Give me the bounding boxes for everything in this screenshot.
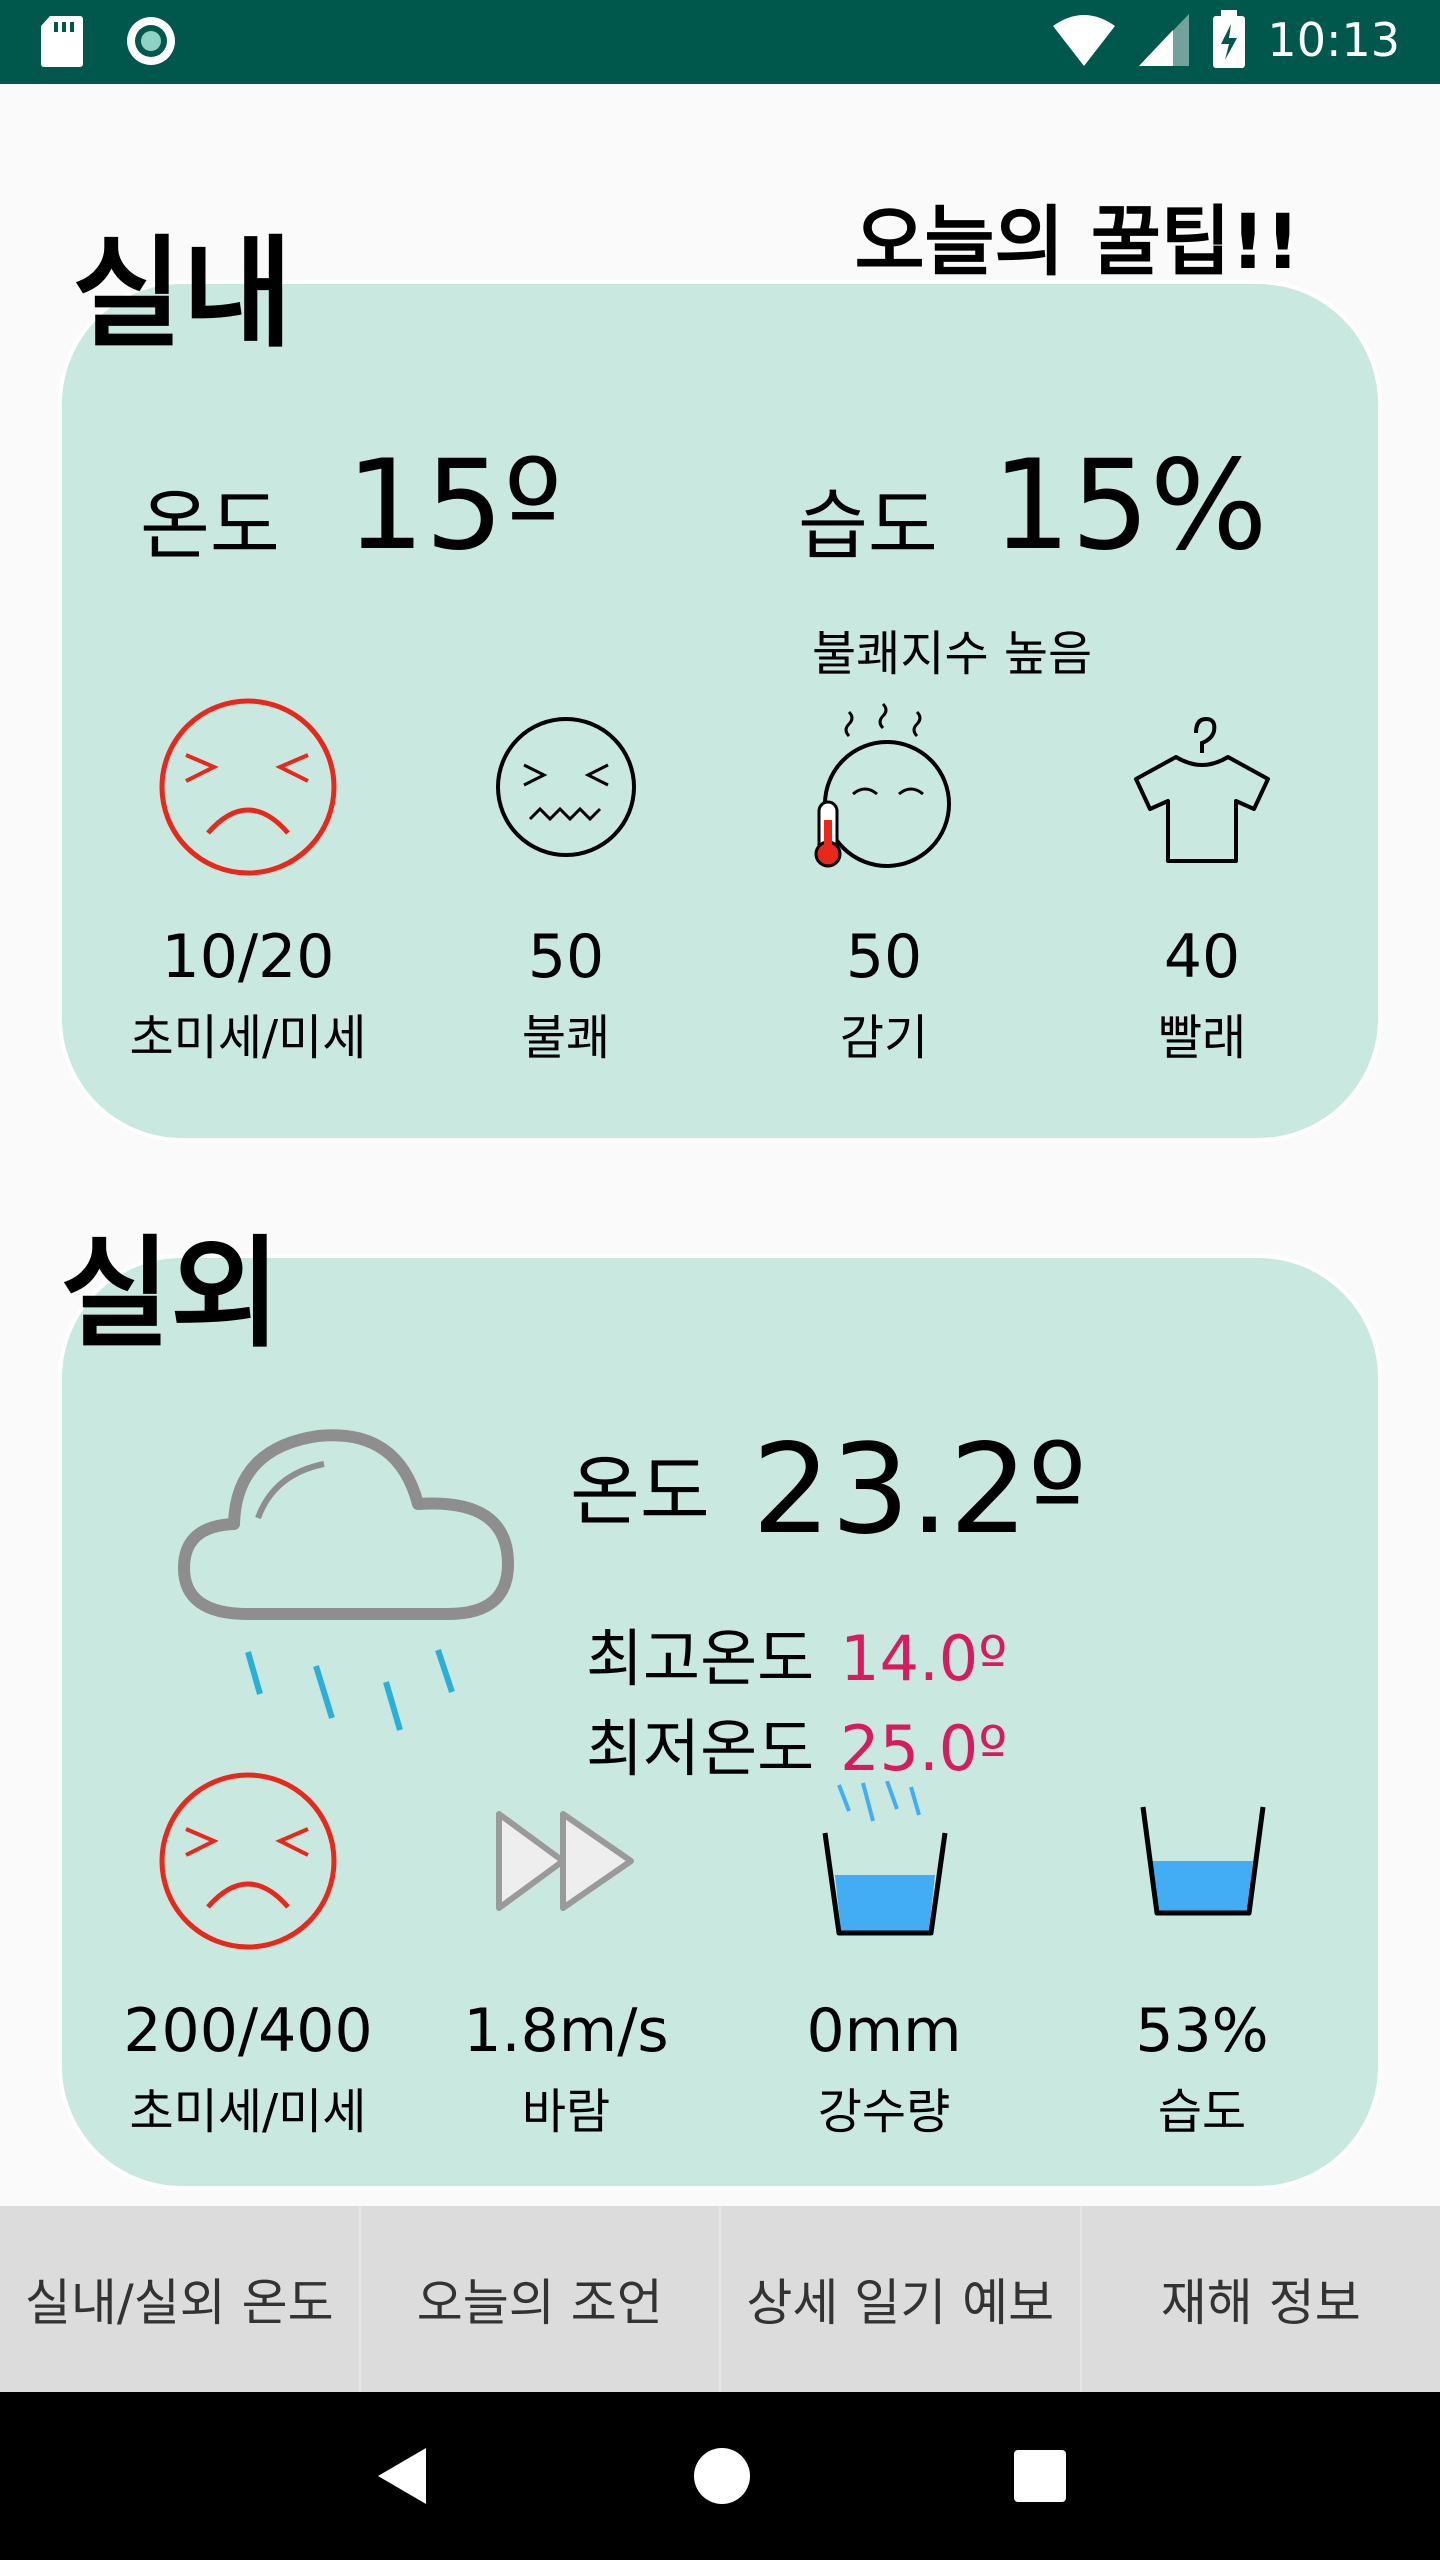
indoor-metric-discomfort[interactable]: 50 불쾌 [426,692,706,1068]
sick-face-icon [814,702,951,868]
outdoor-temp-label: 온도 [570,1447,710,1536]
outdoor-metric-value: 200/400 [123,1996,373,2066]
indoor-metric-value: 50 [845,922,923,992]
indoor-humidity-label: 습도 [798,481,938,570]
tip-title[interactable]: 오늘의 꿀팁!! [855,180,1300,290]
indoor-temp-value: 15º [346,434,563,578]
angry-face-icon [159,1772,337,1950]
indoor-metric-value: 50 [527,922,605,992]
recents-icon[interactable] [1012,2448,1068,2504]
tab-today-advice[interactable]: 오늘의 조언 [361,2206,721,2392]
status-time: 10:13 [1267,13,1400,67]
outdoor-title: 실외 [60,1225,281,1364]
outdoor-metric-label: 강수량 [817,2084,951,2140]
status-bar: 10:13 [0,0,1440,84]
water-cup-icon [1140,1806,1266,1916]
tab-indoor-outdoor-temp[interactable]: 실내/실외 온도 [0,2206,361,2392]
sd-card-icon [41,16,83,67]
tab-detailed-forecast[interactable]: 상세 일기 예보 [721,2206,1082,2392]
indoor-metric-laundry[interactable]: 40 빨래 [1062,692,1342,1068]
fast-forward-icon [496,1811,634,1911]
indoor-temp-label: 온도 [140,481,280,570]
indoor-metric-label: 불쾌 [521,1010,611,1066]
outdoor-metric-value: 0mm [806,1996,962,2066]
outdoor-metric-label: 초미세/미세 [129,2084,367,2140]
battery-charging-icon [1213,10,1246,68]
high-temp-value: 14.0º [840,1622,1008,1695]
indoor-metric-value: 10/20 [161,922,335,992]
outdoor-high-temp: 최고온도 14.0º [586,1608,1007,1698]
indoor-metric-label: 빨래 [1157,1010,1247,1066]
rain-cloud-icon [178,1429,514,1731]
outdoor-metric-wind[interactable]: 1.8m/s 바람 [426,1766,706,2142]
outdoor-metric-value: 1.8m/s [463,1996,669,2066]
outdoor-metric-rain[interactable]: 0mm 강수량 [744,1766,1024,2142]
uncomfortable-face-icon [496,717,636,857]
outdoor-metric-dust[interactable]: 200/400 초미세/미세 [108,1766,388,2142]
outdoor-metric-label: 습도 [1157,2084,1247,2140]
back-icon[interactable] [372,2444,432,2508]
outdoor-metric-value: 53% [1135,1996,1269,2066]
high-temp-label: 최고온도 [586,1622,815,1695]
shirt-on-hanger-icon [1134,716,1270,863]
outdoor-metric-label: 바람 [521,2084,611,2140]
bottom-tab-bar: 실내/실외 온도 오늘의 조언 상세 일기 예보 재해 정보 [0,2206,1440,2392]
outdoor-temp-value: 23.2º [752,1418,1087,1562]
indoor-humidity-value: 15% [992,434,1268,578]
discomfort-text: 불쾌지수 높음 [812,626,1093,682]
signal-icon [1139,14,1190,66]
indoor-metric-dust[interactable]: 10/20 초미세/미세 [108,692,388,1068]
indoor-metric-value: 40 [1163,922,1241,992]
indoor-card: 온도 15º 습도 15% 불쾌지수 높음 10/20 초미세/미세 50 불쾌 [62,284,1378,1138]
system-nav-bar [0,2392,1440,2560]
indoor-metric-label: 감기 [839,1010,929,1066]
rain-cup-icon [822,1781,948,1936]
wifi-icon [1053,15,1116,66]
indoor-metric-cold[interactable]: 50 감기 [744,692,1024,1068]
record-icon [127,17,175,65]
tab-disaster-info[interactable]: 재해 정보 [1082,2206,1440,2392]
outdoor-metric-humidity[interactable]: 53% 습도 [1062,1766,1342,2142]
angry-face-icon [159,698,337,876]
outdoor-card: 온도 23.2º 최고온도 14.0º 최저온도 25.0º 200/400 초미세… [62,1258,1378,2186]
indoor-metric-label: 초미세/미세 [129,1010,367,1066]
indoor-title: 실내 [72,225,293,364]
home-icon[interactable] [692,2446,752,2506]
